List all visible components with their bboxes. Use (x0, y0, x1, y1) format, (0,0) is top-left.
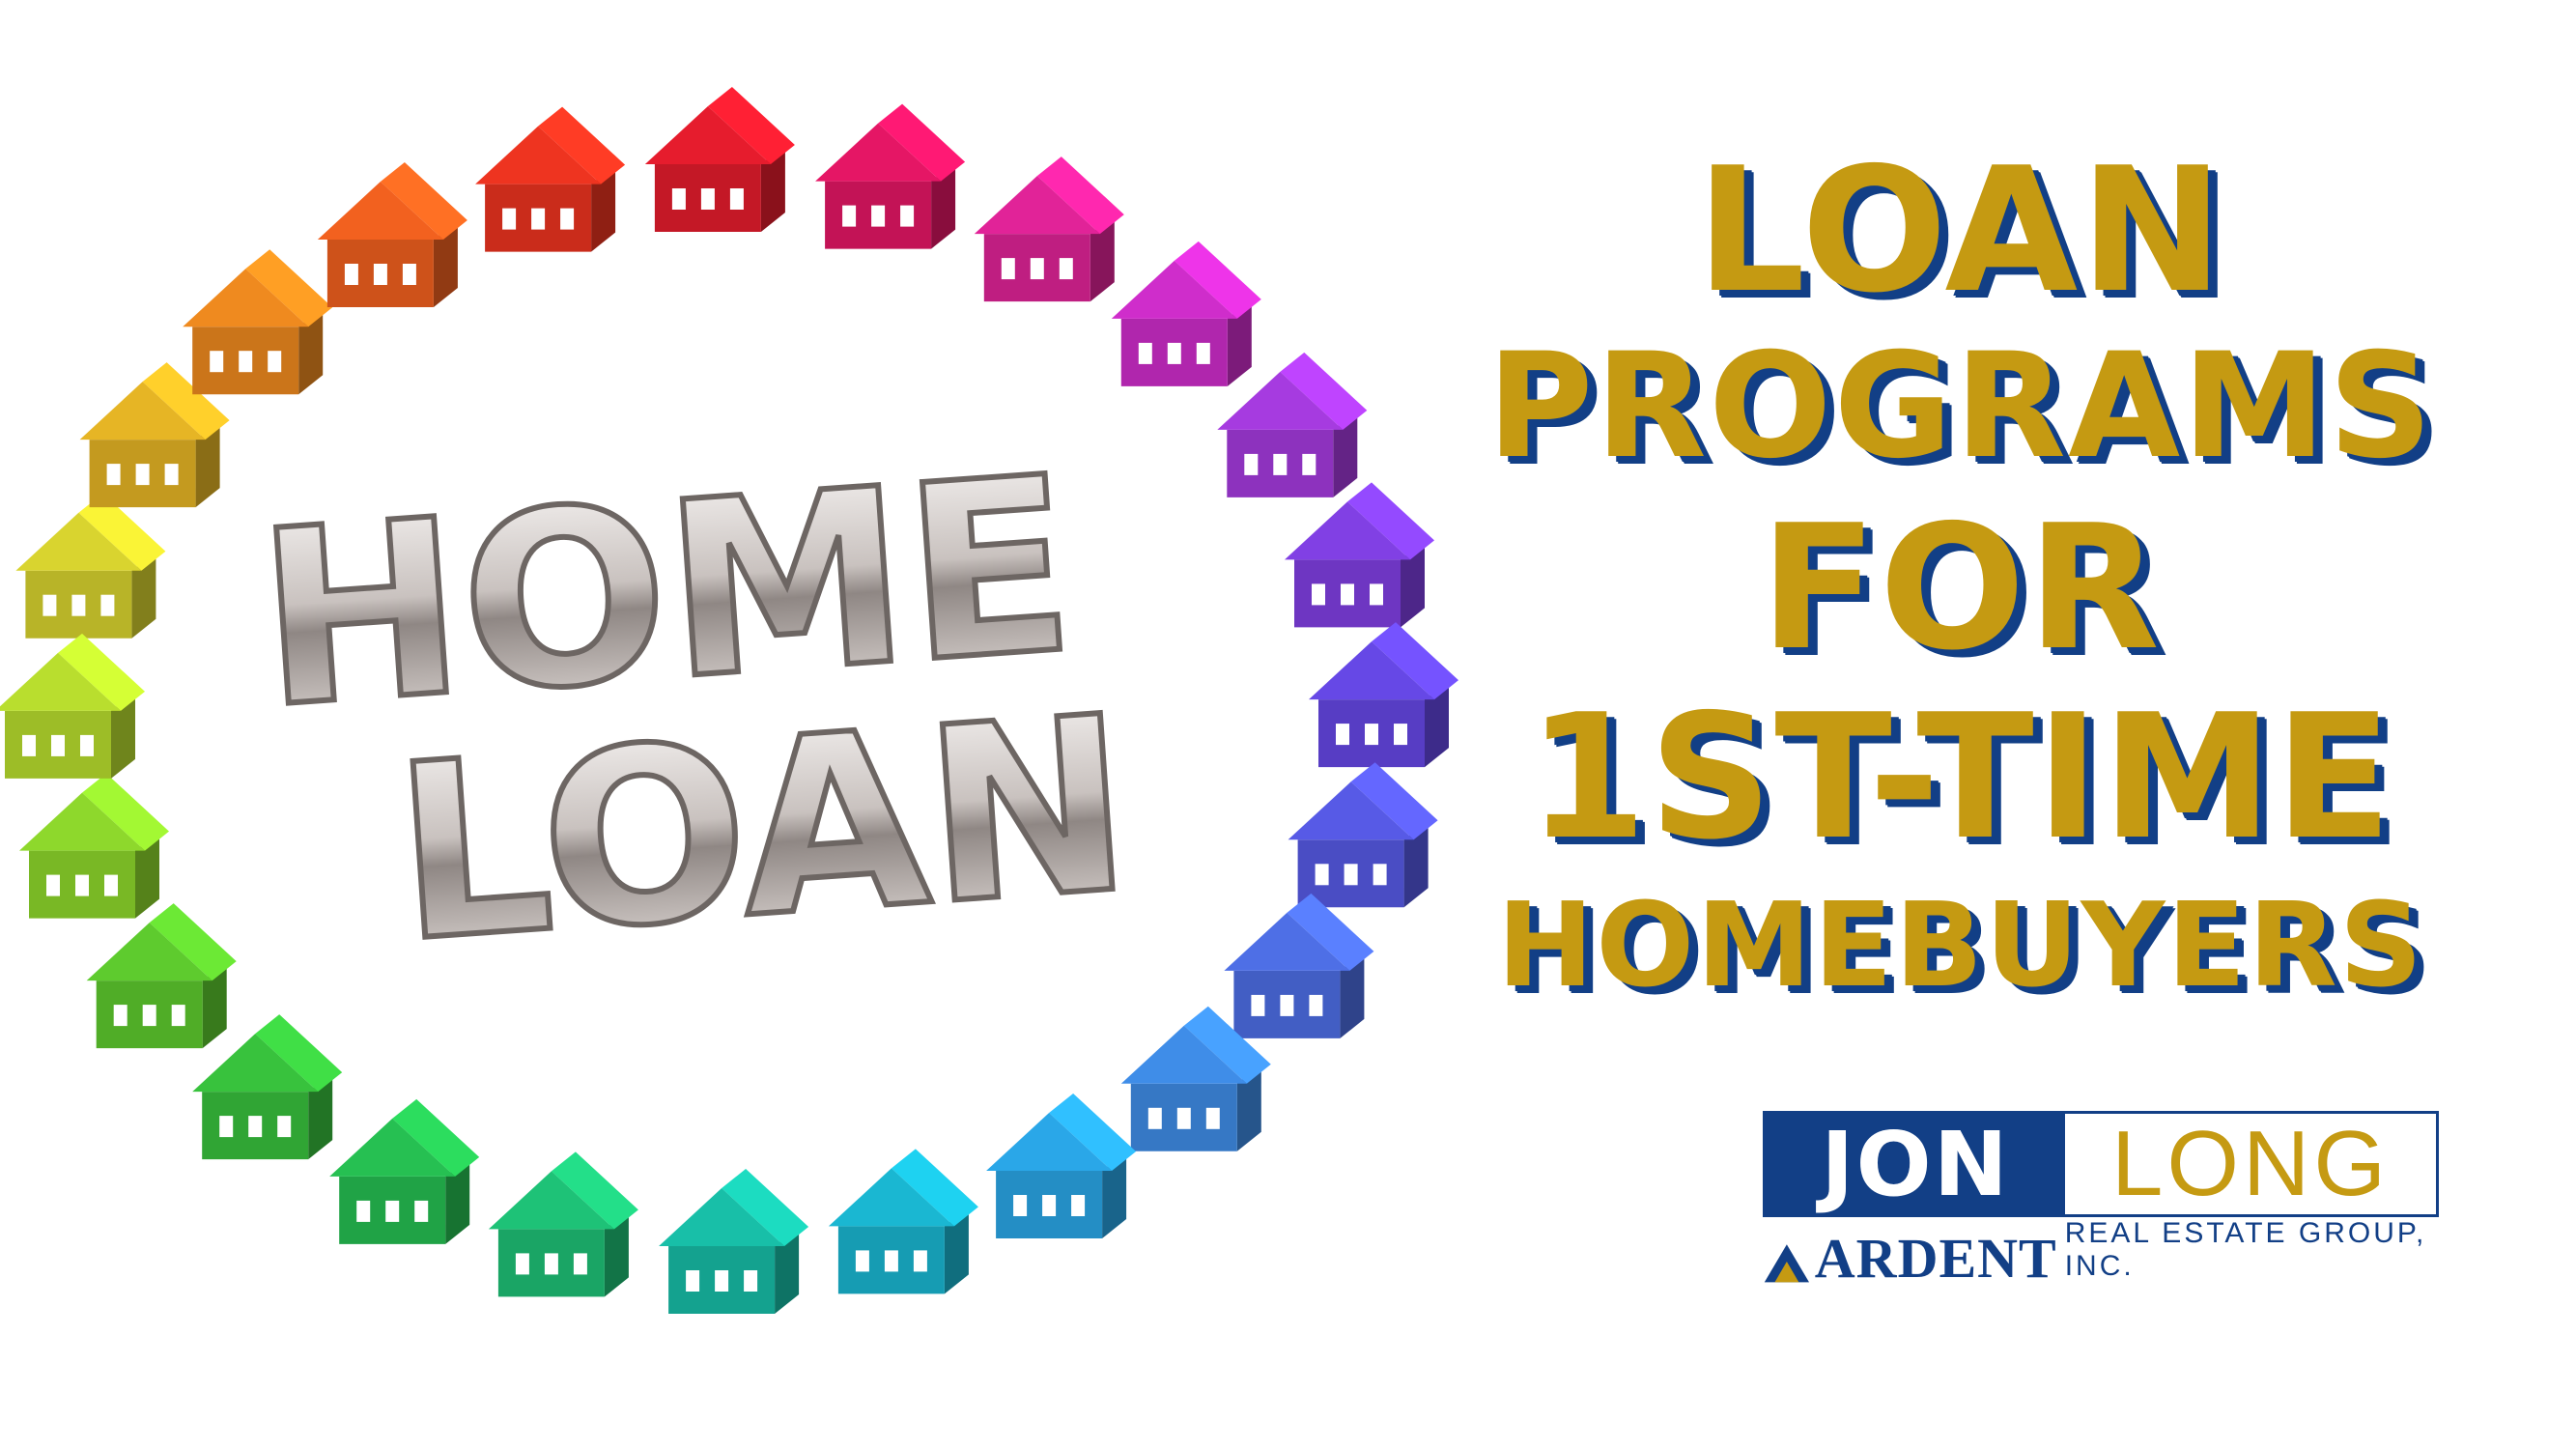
logo-last-name: LONG (2065, 1112, 2436, 1215)
ardent-mountain-icon (1764, 1244, 1810, 1283)
house-icon (86, 903, 237, 1049)
house-icon (15, 493, 166, 639)
loan-word: LOAN (387, 664, 1138, 995)
house-icon (1224, 893, 1374, 1038)
house-icon (183, 249, 333, 395)
house-icon (659, 1169, 809, 1314)
house-icon (1111, 241, 1261, 386)
headline-line-1: LOAN (1695, 130, 2226, 330)
jon-long-logo: JON LONG (1763, 1111, 2439, 1217)
headline-line-4: 1ST-TIME (1527, 677, 2394, 877)
house-icon (475, 106, 626, 252)
headline-line-5: HOMEBUYERS (1496, 879, 2425, 1013)
headline-line-2: PROGRAMS (1486, 323, 2435, 491)
home-loan-3d-text: HOME LOAN (248, 421, 1142, 998)
headline-line-3: FOR (1760, 488, 2162, 688)
house-icon (19, 773, 169, 919)
house-icon (644, 87, 795, 232)
house-icon (317, 162, 467, 307)
house-icon (0, 633, 145, 779)
house-icon (329, 1098, 480, 1244)
ardent-subtitle: REAL ESTATE GROUP, INC. (2064, 1217, 2427, 1282)
house-icon (974, 156, 1124, 302)
headline: LOAN PROGRAMS FOR 1ST-TIME HOMEBUYERS (1391, 145, 2531, 1005)
house-icon (828, 1149, 978, 1294)
logo-first-name: JON (1766, 1113, 2065, 1216)
ardent-brand: ARDENT REAL ESTATE GROUP, INC. (1763, 1217, 2458, 1290)
house-icon (986, 1094, 1137, 1238)
house-icon (488, 1151, 638, 1297)
house-icon (815, 103, 966, 249)
home-loan-illustration: HOME LOAN (0, 87, 1458, 1314)
ardent-name: ARDENT (1814, 1227, 2057, 1290)
